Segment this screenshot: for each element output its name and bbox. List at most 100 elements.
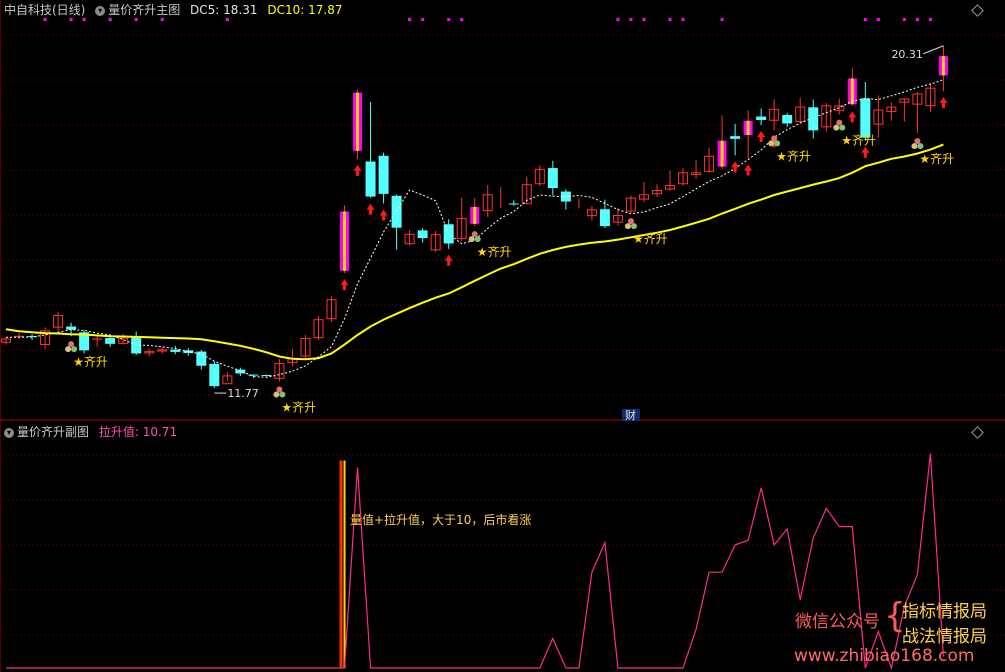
signal-cluster-icon: [774, 140, 781, 147]
signal-label: ★齐升: [919, 151, 954, 166]
sub-indicator-name[interactable]: 量价齐升副图: [17, 425, 89, 439]
signal-cluster-icon: [68, 341, 75, 348]
top-signal-mark: [720, 18, 724, 21]
top-signal-mark: [876, 18, 880, 21]
up-arrow-icon: [939, 97, 948, 109]
candle-body: [782, 115, 793, 124]
top-signal-mark: [82, 18, 86, 21]
top-signal-mark: [681, 18, 685, 21]
candle-body: [547, 168, 558, 189]
signal-cluster-icon: [474, 236, 481, 243]
top-signal-mark: [863, 18, 867, 21]
top-signal-mark: [160, 18, 164, 21]
up-arrow-icon: [340, 279, 349, 291]
signal-cluster-icon: [468, 236, 475, 243]
lift-value-label: 拉升值:: [98, 425, 139, 439]
signal-cluster-icon: [276, 386, 283, 393]
watermark-line1: 指标情报局: [902, 602, 987, 622]
finance-marker: 财: [625, 408, 636, 422]
high-price-label: 20.31: [891, 48, 923, 61]
top-signal-mark: [928, 18, 932, 21]
dc10-value: 17.87: [308, 3, 343, 17]
signal-cluster-icon: [768, 140, 775, 147]
top-signal-mark: [902, 18, 906, 21]
candle-body: [730, 136, 741, 139]
up-arrow-icon: [444, 254, 453, 266]
up-arrow-icon: [366, 203, 375, 215]
high-pointer: [923, 45, 944, 55]
spike-bar-core: [343, 460, 346, 668]
signal-cluster-icon: [279, 391, 286, 398]
signal-cluster-icon: [836, 119, 843, 126]
up-arrow-icon: [861, 146, 870, 158]
sub-header: ▾ 量价齐升副图 拉升值: 10.71: [4, 425, 177, 439]
lift-value: 10.71: [142, 425, 178, 439]
signal-cluster-icon: [771, 135, 778, 142]
chart-canvas[interactable]: ★齐升 ★齐升 ★齐升 ★齐升 ★齐升 ★齐升 ★齐升 11.77 20.31 财 量值+拉升值…: [0, 0, 1005, 672]
candle-body-signal-core: [941, 56, 945, 76]
candle-body-signal-core: [746, 120, 750, 135]
signal-cluster-icon: [630, 223, 637, 230]
candle-body: [860, 98, 871, 138]
top-signal-mark: [460, 18, 464, 21]
up-arrow-icon: [848, 111, 857, 123]
up-arrow-icon: [744, 164, 753, 176]
candle-body: [196, 351, 207, 366]
candle-body-signal-core: [473, 206, 477, 224]
candle-body: [365, 161, 376, 197]
candle-body: [417, 230, 428, 239]
signal-cluster-icon: [914, 138, 921, 145]
low-price-label: 11.77: [227, 387, 259, 400]
dc5-label: DC5:: [190, 3, 220, 17]
spike-bar: [339, 460, 343, 668]
signal-label: ★齐升: [841, 133, 876, 148]
candle-body: [261, 375, 272, 376]
signal-cluster-icon: [624, 223, 631, 230]
candle-body-signal-core: [356, 92, 360, 151]
signal-cluster-icon: [471, 231, 478, 238]
top-signal-mark: [408, 18, 412, 21]
top-signal-mark: [668, 18, 672, 21]
candle-body: [756, 116, 767, 120]
signal-cluster-icon: [911, 143, 918, 150]
top-signal-mark: [629, 18, 633, 21]
signal-label: ★齐升: [776, 148, 811, 163]
candle-body: [378, 155, 389, 194]
signal-label: ★齐升: [281, 400, 316, 415]
top-signal-mark: [43, 18, 47, 21]
top-signal-mark: [642, 18, 646, 21]
signal-cluster-icon: [65, 346, 72, 353]
top-signal-mark: [421, 18, 425, 21]
stock-name: 中自科技(日线): [4, 3, 86, 17]
indicator-toggle-icon[interactable]: ▾: [95, 5, 106, 16]
signal-cluster-icon: [833, 124, 840, 131]
candle-body: [808, 107, 819, 131]
top-signal-mark: [134, 18, 138, 21]
watermark-wechat: 微信公众号: [795, 612, 880, 632]
lift-line: [6, 453, 944, 671]
up-arrow-icon: [757, 131, 766, 142]
signal-cluster-icon: [71, 346, 78, 353]
signal-label: ★齐升: [477, 244, 512, 259]
candle-body: [508, 203, 519, 205]
top-signal-mark: [915, 18, 919, 21]
dc5-value: 18.31: [223, 3, 258, 17]
up-arrow-icon: [731, 161, 740, 173]
watermark-url: www.zhibiao168.com: [794, 646, 975, 666]
signal-cluster-icon: [273, 391, 280, 398]
candle-body: [209, 363, 220, 387]
main-header: 中自科技(日线) ▾ 量价齐升主图 DC5: 18.31 DC10: 17.87: [4, 3, 342, 17]
signal-label: ★齐升: [633, 231, 668, 246]
ma-dash-line: [6, 79, 944, 378]
sub-indicator-toggle-icon[interactable]: ▾: [4, 427, 14, 438]
top-signal-mark: [447, 18, 451, 21]
watermark-line2: 战法情报局: [902, 627, 987, 647]
top-signal-mark: [69, 18, 73, 21]
candle-body: [235, 369, 246, 374]
main-indicator-name[interactable]: 量价齐升主图: [108, 3, 180, 17]
signal-label: ★齐升: [73, 354, 108, 369]
top-signal-mark: [108, 18, 112, 21]
ma-solid-line: [5, 143, 944, 361]
candle-body-signal-core: [720, 140, 724, 167]
dc10-label: DC10:: [267, 3, 305, 17]
